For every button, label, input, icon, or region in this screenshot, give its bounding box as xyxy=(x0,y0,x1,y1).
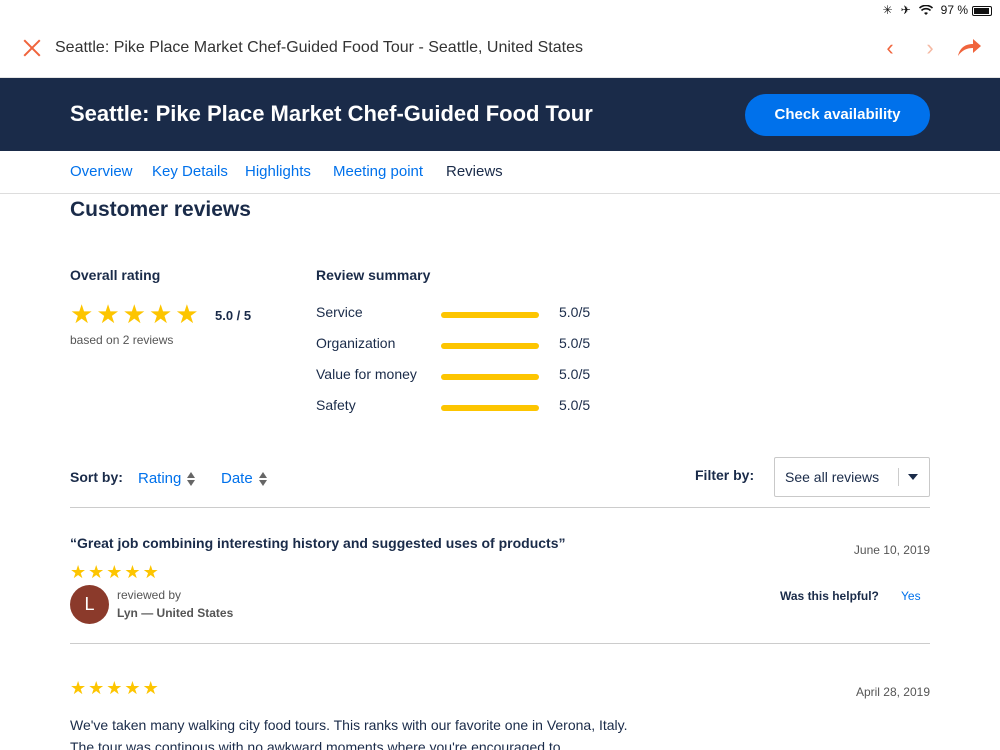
summary-bar-fill xyxy=(441,312,539,318)
sort-by-rating[interactable]: Rating xyxy=(138,470,196,487)
summary-bar xyxy=(441,405,539,411)
sort-label: Sort by: xyxy=(70,469,123,485)
summary-row-value-for-money: Value for money 5.0/5 xyxy=(316,366,636,386)
wifi-icon xyxy=(918,4,933,15)
summary-row-name: Value for money xyxy=(316,366,417,382)
filter-select[interactable]: See all reviews xyxy=(774,457,930,497)
chevron-down-icon xyxy=(908,474,918,480)
review-text: We've taken many walking city food tours… xyxy=(70,717,628,750)
divider xyxy=(70,643,930,644)
section-tabs: Overview Key Details Highlights Meeting … xyxy=(0,151,1000,194)
summary-row-service: Service 5.0/5 xyxy=(316,304,636,324)
reviewed-by-label: reviewed by xyxy=(117,588,182,602)
sort-arrows-icon xyxy=(258,471,267,487)
helpful-yes-link[interactable]: Yes xyxy=(901,589,921,603)
filter-label: Filter by: xyxy=(695,467,755,483)
tab-reviews[interactable]: Reviews xyxy=(446,163,503,180)
sort-option-label: Date xyxy=(221,470,253,487)
airplane-icon: ✈ xyxy=(900,3,911,17)
star-icon: ★ xyxy=(70,562,87,582)
star-icon: ★ xyxy=(88,678,105,698)
review-title: “Great job combining interesting history… xyxy=(70,535,566,551)
review-summary-label: Review summary xyxy=(316,267,431,283)
status-icons: ✳ ✈ 97 % xyxy=(883,3,968,17)
summary-row-score: 5.0/5 xyxy=(559,335,591,351)
summary-bar xyxy=(441,312,539,318)
activity-icon: ✳ xyxy=(882,3,893,17)
summary-row-organization: Organization 5.0/5 xyxy=(316,335,636,355)
star-icon: ★ xyxy=(124,562,141,582)
sort-by-date[interactable]: Date xyxy=(221,470,267,487)
tour-title: Seattle: Pike Place Market Chef-Guided F… xyxy=(70,101,593,126)
star-icon: ★ xyxy=(106,562,123,582)
tab-key-details[interactable]: Key Details xyxy=(152,163,228,180)
reviewer-name: Lyn — United States xyxy=(117,606,234,620)
status-bar: ✳ ✈ 97 % xyxy=(0,0,1000,22)
star-icon: ★ xyxy=(70,678,87,698)
star-icon: ★ xyxy=(124,678,141,698)
filter-select-value: See all reviews xyxy=(785,469,880,485)
sort-arrows-icon xyxy=(187,471,196,487)
summary-row-safety: Safety 5.0/5 xyxy=(316,397,636,417)
tour-header: Seattle: Pike Place Market Chef-Guided F… xyxy=(0,78,1000,151)
browser-title: Seattle: Pike Place Market Chef-Guided F… xyxy=(55,39,583,56)
review-count: based on 2 reviews xyxy=(70,333,174,347)
summary-row-score: 5.0/5 xyxy=(559,366,591,382)
summary-bar xyxy=(441,374,539,380)
star-icon: ★ xyxy=(142,678,159,698)
close-icon[interactable] xyxy=(20,36,44,60)
sort-option-label: Rating xyxy=(138,470,182,487)
helpful-label: Was this helpful? xyxy=(780,589,879,603)
review-date: April 28, 2019 xyxy=(855,685,930,699)
star-icon: ★ xyxy=(122,299,146,329)
review-stars: ★ ★ ★ ★ ★ xyxy=(70,679,159,697)
review-stars: ★ ★ ★ ★ ★ xyxy=(70,563,159,581)
browser-toolbar: Seattle: Pike Place Market Chef-Guided F… xyxy=(0,22,1000,78)
star-icon: ★ xyxy=(88,562,105,582)
avatar: L xyxy=(70,585,109,624)
star-icon: ★ xyxy=(106,678,123,698)
share-icon[interactable] xyxy=(955,36,983,60)
summary-bar-fill xyxy=(441,343,539,349)
star-icon: ★ xyxy=(175,299,199,329)
summary-bar xyxy=(441,343,539,349)
select-separator xyxy=(898,468,899,486)
summary-bar-fill xyxy=(441,374,539,380)
tab-highlights[interactable]: Highlights xyxy=(245,163,311,180)
divider xyxy=(70,507,930,508)
summary-row-score: 5.0/5 xyxy=(559,397,591,413)
back-arrow-icon[interactable]: ‹ xyxy=(880,37,900,59)
summary-bar-fill xyxy=(441,405,539,411)
star-icon: ★ xyxy=(70,299,94,329)
section-title: Customer reviews xyxy=(70,198,251,221)
star-icon: ★ xyxy=(96,299,120,329)
overall-rating-value: 5.0 / 5 xyxy=(215,308,252,323)
summary-row-name: Organization xyxy=(316,335,396,351)
overall-rating-label: Overall rating xyxy=(70,267,161,283)
summary-row-name: Safety xyxy=(316,397,356,413)
battery-icon xyxy=(972,6,992,16)
forward-arrow-icon[interactable]: › xyxy=(920,37,940,59)
check-availability-button[interactable]: Check availability xyxy=(745,94,930,136)
summary-row-name: Service xyxy=(316,304,363,320)
star-icon: ★ xyxy=(148,299,173,329)
overall-stars: ★ ★ ★ ★ ★ xyxy=(70,301,199,327)
battery-percent: 97 % xyxy=(940,3,968,17)
summary-row-score: 5.0/5 xyxy=(559,304,591,320)
star-icon: ★ xyxy=(142,562,159,582)
tab-overview[interactable]: Overview xyxy=(70,163,133,180)
review-date: June 10, 2019 xyxy=(853,543,930,557)
tab-meeting-point[interactable]: Meeting point xyxy=(333,163,423,180)
